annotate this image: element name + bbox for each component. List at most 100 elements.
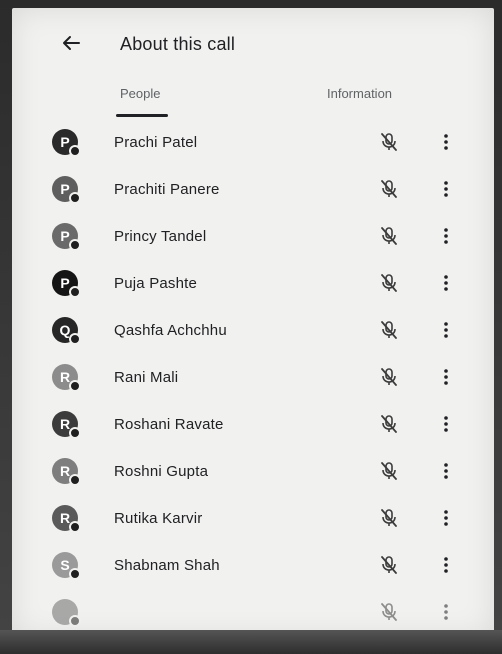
status-dot: [69, 474, 81, 486]
tab-information[interactable]: Information: [327, 86, 392, 101]
device-bezel: [0, 630, 502, 654]
more-vert-icon: [444, 181, 448, 197]
more-vert-icon: [444, 463, 448, 479]
avatar: R: [52, 458, 81, 486]
avatar-initial: P: [60, 181, 70, 197]
status-dot: [69, 568, 81, 580]
status-dot: [69, 145, 81, 157]
call-details-screen: About this call People Information P Pra…: [12, 8, 494, 638]
avatar-initial: P: [60, 228, 70, 244]
participant-row[interactable]: R Rutika Karvir: [12, 496, 494, 543]
avatar: P: [52, 270, 81, 298]
more-options-button[interactable]: [436, 459, 456, 483]
app-header: About this call: [12, 8, 494, 72]
avatar: P: [52, 129, 81, 157]
more-vert-icon: [444, 275, 448, 291]
participant-row[interactable]: R Roshani Ravate: [12, 402, 494, 449]
avatar: [52, 599, 81, 627]
participant-list: P Prachi Patel P Prachiti Panere P Princ…: [12, 120, 494, 637]
mic-muted-button[interactable]: [378, 366, 400, 388]
participant-name: Puja Pashte: [114, 275, 198, 292]
mic-muted-button[interactable]: [378, 460, 400, 482]
participant-row[interactable]: R Rani Mali: [12, 355, 494, 402]
avatar: R: [52, 364, 81, 392]
mic-off-icon: [381, 368, 397, 386]
status-dot: [69, 521, 81, 533]
participant-row[interactable]: P Princy Tandel: [12, 214, 494, 261]
mic-off-icon: [381, 462, 397, 480]
mic-muted-button[interactable]: [378, 225, 400, 247]
back-button[interactable]: [58, 30, 84, 56]
mic-muted-button[interactable]: [378, 131, 400, 153]
mic-muted-button[interactable]: [378, 319, 400, 341]
mic-off-icon: [381, 227, 397, 245]
avatar: Q: [52, 317, 81, 345]
status-dot: [69, 286, 81, 298]
more-vert-icon: [444, 134, 448, 150]
more-vert-icon: [444, 228, 448, 244]
participant-row[interactable]: S Shabnam Shah: [12, 543, 494, 590]
more-options-button[interactable]: [436, 365, 456, 389]
participant-name: Rani Mali: [114, 369, 179, 386]
more-vert-icon: [444, 369, 448, 385]
participant-row[interactable]: P Puja Pashte: [12, 261, 494, 308]
avatar: R: [52, 411, 81, 439]
more-options-button[interactable]: [436, 318, 456, 342]
status-dot: [69, 615, 81, 627]
mic-off-icon: [381, 180, 397, 198]
participant-row[interactable]: P Prachiti Panere: [12, 167, 494, 214]
more-options-button[interactable]: [436, 130, 456, 154]
status-dot: [69, 380, 81, 392]
more-options-button[interactable]: [436, 177, 456, 201]
arrow-back-icon: [63, 36, 80, 50]
active-tab-indicator: [116, 114, 168, 117]
mic-muted-button[interactable]: [378, 272, 400, 294]
more-options-button[interactable]: [436, 412, 456, 436]
mic-muted-button[interactable]: [378, 554, 400, 576]
mic-off-icon: [381, 509, 397, 527]
more-vert-icon: [444, 604, 448, 620]
more-vert-icon: [444, 510, 448, 526]
avatar: P: [52, 176, 81, 204]
participant-name: Prachi Patel: [114, 134, 198, 151]
more-options-button[interactable]: [436, 553, 456, 577]
more-options-button[interactable]: [436, 224, 456, 248]
status-dot: [69, 192, 81, 204]
mic-muted-button[interactable]: [378, 413, 400, 435]
more-vert-icon: [444, 322, 448, 338]
participant-name: Roshani Ravate: [114, 416, 224, 433]
avatar: S: [52, 552, 81, 580]
mic-muted-button[interactable]: [378, 601, 400, 623]
participant-row[interactable]: R Roshni Gupta: [12, 449, 494, 496]
participant-name: Prachiti Panere: [114, 181, 220, 198]
mic-off-icon: [381, 415, 397, 433]
status-dot: [69, 427, 81, 439]
status-dot: [69, 333, 81, 345]
mic-off-icon: [381, 321, 397, 339]
mic-muted-button[interactable]: [378, 507, 400, 529]
avatar-initial: S: [60, 557, 70, 573]
participant-name: Roshni Gupta: [114, 463, 209, 480]
participant-name: Shabnam Shah: [114, 557, 220, 574]
participant-row[interactable]: Q Qashfa Achchhu: [12, 308, 494, 355]
more-options-button[interactable]: [436, 600, 456, 624]
tab-people[interactable]: People: [120, 86, 160, 101]
status-dot: [69, 239, 81, 251]
avatar: R: [52, 505, 81, 533]
avatar-initial: P: [60, 275, 70, 291]
page-title: About this call: [120, 34, 236, 54]
more-options-button[interactable]: [436, 506, 456, 530]
avatar: P: [52, 223, 81, 251]
participant-name: Princy Tandel: [114, 228, 207, 245]
participant-name: Rutika Karvir: [114, 510, 203, 527]
mic-muted-button[interactable]: [378, 178, 400, 200]
tab-bar: People Information: [12, 78, 494, 118]
more-vert-icon: [444, 416, 448, 432]
mic-off-icon: [381, 274, 397, 292]
more-options-button[interactable]: [436, 271, 456, 295]
participant-name: Qashfa Achchhu: [114, 322, 227, 339]
avatar-initial: P: [60, 134, 70, 150]
mic-off-icon: [381, 556, 397, 574]
participant-row[interactable]: P Prachi Patel: [12, 120, 494, 167]
mic-off-icon: [381, 603, 397, 621]
